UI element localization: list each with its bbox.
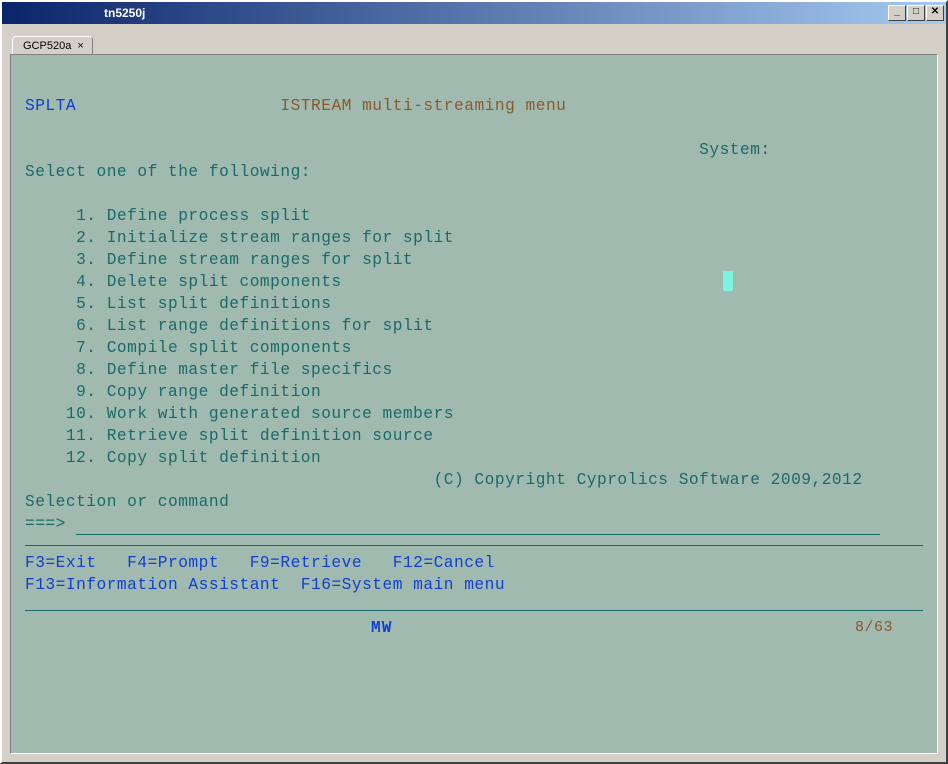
menu-option[interactable]: 7. Compile split components: [25, 337, 923, 359]
menu-option[interactable]: 4. Delete split components: [25, 271, 923, 293]
command-arrow: ===>: [25, 515, 66, 533]
session-tab[interactable]: GCP520a ×: [12, 36, 93, 55]
tab-bar: GCP520a ×: [2, 24, 946, 54]
status-mw: MW: [371, 617, 392, 639]
screen-title: ISTREAM multi-streaming menu: [280, 97, 566, 115]
maximize-button[interactable]: □: [907, 5, 925, 21]
close-button[interactable]: ✕: [926, 5, 944, 21]
menu-option[interactable]: 10. Work with generated source members: [25, 403, 923, 425]
copyright: (C) Copyright Cyprolics Software 2009,20…: [434, 471, 863, 489]
tab-close-icon[interactable]: ×: [77, 41, 83, 52]
window-title: tn5250j: [104, 6, 887, 20]
menu-option[interactable]: 6. List range definitions for split: [25, 315, 923, 337]
app-window: tn5250j _ □ ✕ GCP520a × SPLTA ISTREAM mu…: [0, 0, 948, 764]
command-input[interactable]: [76, 515, 880, 535]
window-controls: _ □ ✕: [887, 5, 944, 21]
status-bar: MW 8/63: [25, 611, 923, 639]
menu-option[interactable]: 11. Retrieve split definition source: [25, 425, 923, 447]
system-label: System:: [699, 141, 771, 159]
menu-option[interactable]: 2. Initialize stream ranges for split: [25, 227, 923, 249]
cursor-position: 8/63: [855, 617, 893, 639]
titlebar: tn5250j _ □ ✕: [2, 2, 946, 24]
menu-option[interactable]: 5. List split definitions: [25, 293, 923, 315]
screen-id: SPLTA: [25, 97, 76, 115]
text-cursor: [723, 271, 733, 291]
menu-option[interactable]: 3. Define stream ranges for split: [25, 249, 923, 271]
menu-option[interactable]: 1. Define process split: [25, 205, 923, 227]
minimize-button[interactable]: _: [888, 5, 906, 21]
selection-label: Selection or command: [25, 491, 923, 513]
tab-label: GCP520a: [23, 40, 71, 52]
menu-option[interactable]: 9. Copy range definition: [25, 381, 923, 403]
menu-option[interactable]: 12. Copy split definition: [25, 447, 923, 469]
terminal-screen[interactable]: SPLTA ISTREAM multi-streaming menu Syste…: [10, 54, 938, 754]
select-prompt: Select one of the following:: [25, 161, 923, 183]
menu-option[interactable]: 8. Define master file specifics: [25, 359, 923, 381]
function-keys-2: F13=Information Assistant F16=System mai…: [25, 574, 923, 596]
separator-line: [25, 545, 923, 546]
options-list: 1. Define process split 2. Initialize st…: [25, 205, 923, 469]
function-keys-1: F3=Exit F4=Prompt F9=Retrieve F12=Cancel: [25, 552, 923, 574]
